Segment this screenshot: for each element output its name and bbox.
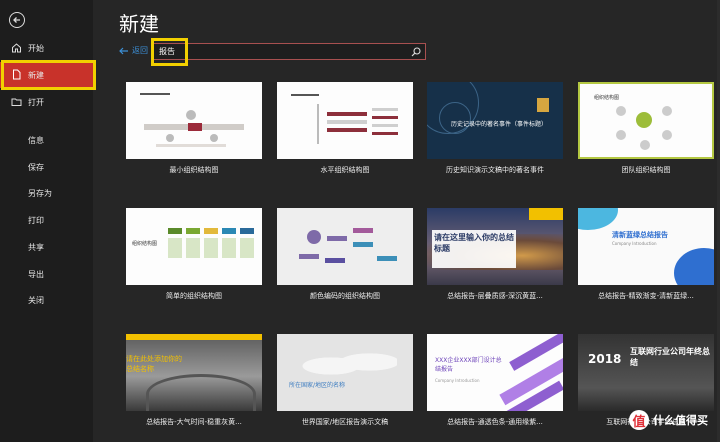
template-caption: 颜色编码的组织结构图 xyxy=(310,292,380,300)
zhi-icon: 值 xyxy=(629,410,649,430)
template-caption: 简单的组织结构图 xyxy=(166,292,222,300)
backstage-sidebar: 开始 新建 打开 信息 保存 另存为 打印 共享 导出 关闭 xyxy=(0,0,93,442)
sidebar-item-share[interactable]: 共享 xyxy=(0,234,93,260)
back-link-label: 返回 xyxy=(132,46,148,55)
template-caption: 水平组织结构图 xyxy=(320,166,370,174)
template-thumbnail: 清新蓝绿总结报告 Company Introduction xyxy=(578,208,714,285)
back-link[interactable]: 返回 xyxy=(119,45,148,56)
template-thumbnail: 所在国家/地区的名称 xyxy=(277,334,413,411)
sidebar-item-info[interactable]: 信息 xyxy=(0,127,93,153)
sidebar-item-label: 新建 xyxy=(28,70,44,80)
sidebar-item-label: 开始 xyxy=(28,43,44,53)
sidebar-item-label: 打开 xyxy=(28,97,44,107)
sidebar-item-label: 共享 xyxy=(28,242,44,252)
sidebar-item-label: 打印 xyxy=(28,215,44,225)
template-thumbnail xyxy=(277,82,413,159)
template-thumbnail: XXX企业XXX部门设计总结报告 Company Introduction xyxy=(427,334,563,411)
template-caption: 总结报告-通透色条-通用缘紫... xyxy=(447,418,543,426)
sidebar-item-label: 关闭 xyxy=(28,295,44,305)
sidebar-item-open[interactable]: 打开 xyxy=(0,89,93,115)
folder-open-icon xyxy=(11,98,22,106)
sidebar-item-new[interactable]: 新建 xyxy=(0,62,93,88)
template-caption: 历史知识演示文稿中的著名事件 xyxy=(446,166,544,174)
template-thumbnail: 2018 互联网行业公司年终总结 xyxy=(578,334,714,411)
template-caption: 世界国家/地区报告演示文稿 xyxy=(301,418,389,426)
page-title: 新建 xyxy=(119,12,159,36)
search-icon[interactable] xyxy=(411,47,421,57)
sidebar-item-print[interactable]: 打印 xyxy=(0,207,93,233)
watermark: 值 什么值得买 xyxy=(629,410,708,430)
sidebar-item-save-as[interactable]: 另存为 xyxy=(0,180,93,206)
new-doc-icon xyxy=(13,69,21,80)
sidebar-item-close[interactable]: 关闭 xyxy=(0,287,93,313)
sidebar-item-export[interactable]: 导出 xyxy=(0,261,93,287)
home-icon xyxy=(12,43,21,53)
search-query: 报告 xyxy=(159,47,175,56)
sidebar-item-home[interactable]: 开始 xyxy=(0,35,93,61)
left-arrow-icon xyxy=(119,47,128,54)
template-caption: 总结报告-大气时间-稳重灰黄... xyxy=(146,418,242,426)
template-thumbnail: 历史记录中的著名事件（事件标题） xyxy=(427,82,563,159)
template-thumbnail xyxy=(277,208,413,285)
template-thumbnail: 请在这里输入你的总结标题 xyxy=(427,208,563,285)
template-caption: 团队组织结构图 xyxy=(621,166,671,174)
template-caption: 最小组织结构图 xyxy=(169,166,219,174)
search-input[interactable]: 报告 xyxy=(152,43,426,60)
back-arrow-icon[interactable] xyxy=(9,12,25,28)
template-thumbnail: 组织结构图 xyxy=(578,82,714,159)
sidebar-item-label: 保存 xyxy=(28,162,44,172)
template-thumbnail: 请在此处添加你的总结名称 xyxy=(126,334,262,411)
watermark-text: 什么值得买 xyxy=(653,414,708,427)
sidebar-item-save[interactable]: 保存 xyxy=(0,154,93,180)
template-caption: 总结报告-层叠质感-深沉黄蓝... xyxy=(447,292,543,300)
sidebar-item-label: 另存为 xyxy=(28,188,52,198)
template-thumbnail: 组织结构图 xyxy=(126,208,262,285)
template-caption: 总结报告-精致渐变-清新蓝绿... xyxy=(598,292,694,300)
sidebar-item-label: 信息 xyxy=(28,135,44,145)
sidebar-item-label: 导出 xyxy=(28,269,44,279)
template-thumbnail xyxy=(126,82,262,159)
